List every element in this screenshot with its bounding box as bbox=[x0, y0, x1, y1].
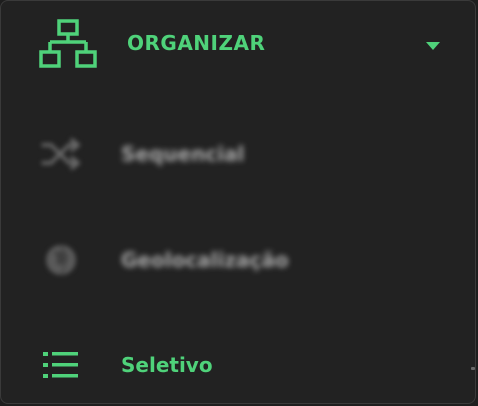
organize-menu-header[interactable]: ORGANIZAR bbox=[1, 15, 475, 75]
organize-menu-panel: ORGANIZAR Sequencial Geolocalização Sele… bbox=[0, 0, 476, 404]
menu-item-geolocalizacao[interactable]: Geolocalização bbox=[1, 230, 475, 290]
globe-icon bbox=[46, 244, 76, 276]
menu-item-label: Sequencial bbox=[121, 142, 245, 166]
scroll-indicator bbox=[471, 367, 475, 370]
sitemap-icon bbox=[39, 19, 97, 68]
menu-item-label: Seletivo bbox=[121, 353, 213, 377]
caret-down-icon[interactable] bbox=[425, 41, 441, 51]
menu-item-label: Geolocalização bbox=[121, 248, 289, 272]
organize-menu-title: ORGANIZAR bbox=[127, 31, 266, 55]
menu-item-sequencial[interactable]: Sequencial bbox=[1, 124, 475, 184]
shuffle-icon bbox=[41, 138, 81, 170]
menu-item-seletivo[interactable]: Seletivo bbox=[1, 335, 475, 395]
list-icon bbox=[43, 352, 78, 378]
